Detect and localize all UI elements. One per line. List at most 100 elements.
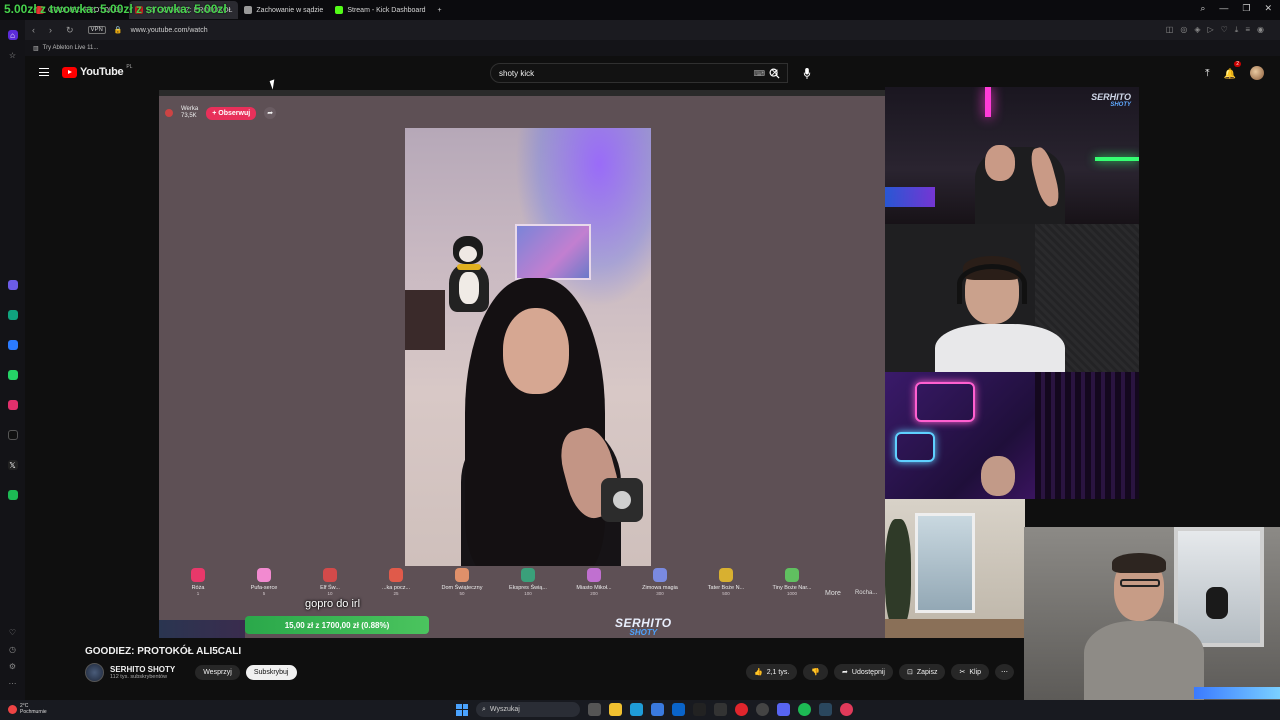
task-view-icon[interactable] [588,703,601,716]
heart-icon[interactable]: ♡ [9,628,16,637]
cam-brand-line-2: SHOTY [1110,102,1131,108]
search-button[interactable] [761,63,787,83]
gift-icon [455,568,469,582]
download-icon[interactable]: ⤓ [1235,25,1239,35]
capcut-icon[interactable] [693,703,706,716]
subscriber-count: 112 tys. subskrybentów [110,674,168,680]
gift-icon [257,568,271,582]
gift-partial-label: Rocha... [854,590,878,596]
spotify-icon[interactable] [7,490,18,500]
share-button[interactable]: ➦ Udostępnij [834,664,893,680]
aria-icon[interactable] [7,280,18,290]
menu-icon[interactable]: ≡ [1245,25,1250,35]
avatar[interactable] [1250,66,1264,80]
spotify-icon[interactable] [798,703,811,716]
gift-item: Ekspres Świą... 100 [495,568,561,596]
edge-icon[interactable] [630,703,643,716]
home-icon[interactable]: ⌂ [7,30,18,40]
notification-count: 2 [1234,61,1241,67]
lock-icon: 🔒 [113,27,123,34]
store-icon[interactable] [651,703,664,716]
more-actions-button[interactable]: ⋯ [995,664,1015,680]
country-code: PL [126,64,133,70]
gift-cost: 25 [393,591,399,596]
star-icon[interactable]: ☆ [8,50,18,60]
tiktok-icon[interactable] [7,430,18,440]
cam-brand-logo: SERHITO SHOTY [1091,93,1131,109]
channel-avatar[interactable] [85,663,104,682]
search-input[interactable]: shoty kick ⌨ ✕ [490,63,788,83]
support-button[interactable]: Wesprzyj [195,665,240,680]
shield-icon[interactable]: ◈ [1194,25,1200,35]
bookmark-item[interactable]: Try Ableton Live 11... [43,45,99,51]
app-icon[interactable] [714,703,727,716]
save-label: Zapisz [916,668,938,676]
camera-icon[interactable]: ◫ [1166,25,1174,35]
save-button[interactable]: ⊡ Zapisz [898,664,946,680]
close-window-icon[interactable]: ✕ [1264,3,1272,14]
new-tab-button[interactable]: + [432,1,448,19]
history-icon[interactable]: ◷ [9,645,16,654]
browser-tab-3[interactable]: Zachowanie w sądzie [238,1,329,19]
clip-label: Klip [969,668,982,676]
discord-icon[interactable] [777,703,790,716]
opera-gx-icon[interactable] [840,703,853,716]
player-icon[interactable]: ▷ [1207,25,1213,35]
like-button[interactable]: 👍 2,1 tys. [746,664,798,680]
gift-item: Pufa-serce 5 [231,568,297,596]
settings-icon[interactable]: ⚙ [9,662,16,671]
windows-start-icon[interactable] [456,703,468,716]
donation-goal-bar: 15,00 zł z 1700,00 zł (0.88%) [245,616,429,634]
tab-label: Stream - Kick Dashboard [347,6,426,14]
browser-tab-4[interactable]: Stream - Kick Dashboard [329,1,431,19]
url-text: www.youtube.com/watch [130,26,208,34]
chatgpt-icon[interactable] [7,310,18,320]
maximize-icon[interactable]: ❐ [1242,3,1250,14]
heart-icon[interactable]: ♡ [1221,25,1228,35]
minimize-icon[interactable]: — [1219,3,1228,14]
subscribe-button[interactable]: Subskrybuj [245,665,297,680]
x-icon[interactable]: 𝕏 [7,460,18,470]
channel-name[interactable]: SERHITO SHOTY [110,665,175,674]
video-player[interactable]: Werka 73,5K + Obserwuj ➦ Róża 1 Pufa-serce… [159,90,885,638]
upload-icon[interactable]: ⤒ [1205,68,1209,79]
whatsapp-icon[interactable] [7,370,18,380]
profile-icon[interactable]: ◉ [1257,25,1264,35]
vpn-badge[interactable]: VPN [87,26,106,34]
search-tabs-icon[interactable]: ⌕ [1200,3,1205,14]
kick-icon [335,6,344,14]
forward-icon[interactable]: › [49,25,52,36]
messenger-icon[interactable] [7,340,18,350]
search-icon: ⌕ [482,705,486,713]
gift-item: Tater Boże N... 500 [693,568,759,596]
window-controls: ⌕ — ❐ ✕ [1200,3,1272,14]
gift-icon [785,568,799,582]
obs-icon[interactable] [756,703,769,716]
taskbar-search[interactable]: ⌕ Wyszukaj [476,702,580,717]
reload-icon[interactable]: ↻ [66,25,74,36]
back-icon[interactable]: ‹ [32,25,35,36]
bookmark-icon: ⊡ [906,669,913,676]
weather-widget[interactable]: 2°C Pochmurnie [8,703,47,715]
youtube-logo[interactable]: YouTube PL [62,64,133,78]
notifications-button[interactable]: 🔔 2 [1224,61,1241,82]
hamburger-menu-icon[interactable] [39,68,49,76]
file-explorer-icon[interactable] [609,703,622,716]
opera-icon[interactable] [735,703,748,716]
more-icon[interactable]: ⋯ [9,679,17,688]
url-field[interactable]: VPN 🔒 www.youtube.com/watch [87,26,208,34]
voice-search-button[interactable] [797,63,817,83]
dislike-button[interactable]: 👎 [803,664,829,680]
clip-button[interactable]: ✂ Klip [951,664,990,680]
steam-icon[interactable] [819,703,832,716]
gift-cost: 10 [327,591,333,596]
scissors-icon: ✂ [959,669,966,676]
gift-cost: 5 [262,591,266,596]
youtube-play-icon [62,66,77,78]
gift-icon [323,568,337,582]
instagram-icon[interactable] [7,400,18,410]
weather-condition: Pochmurnie [20,709,47,715]
tab-label: Zachowanie w sądzie [256,6,324,14]
snapshot-icon[interactable]: ◎ [1180,25,1187,35]
outlook-icon[interactable] [672,703,685,716]
